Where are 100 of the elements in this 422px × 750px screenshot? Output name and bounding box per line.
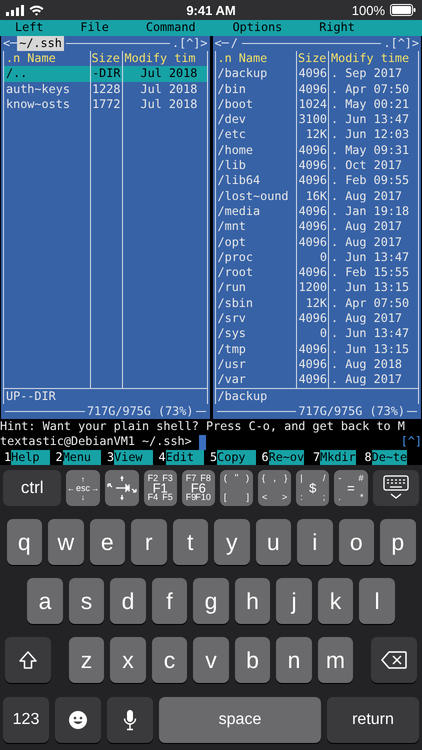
symbol-key[interactable]: { , } < > <box>258 470 292 506</box>
file-name[interactable]: /lost~ound <box>216 188 296 204</box>
file-name[interactable]: /usr <box>216 356 296 372</box>
key-symbol: : <box>300 493 303 502</box>
file-name[interactable]: /opt <box>216 234 296 250</box>
panel-nav[interactable]: .[^]> <box>383 36 419 51</box>
key-symbol: > <box>282 493 288 502</box>
panel-nav[interactable]: .[^]> <box>172 36 208 51</box>
file-name[interactable]: know~osts <box>4 96 90 112</box>
menu-item[interactable]: Left <box>15 20 44 36</box>
file-name[interactable]: /etc <box>216 127 296 143</box>
symbol-key[interactable]: - # = . * <box>334 470 368 506</box>
function-key-number: 1 <box>4 450 12 466</box>
menu-item[interactable]: Command <box>146 20 196 36</box>
letter-key[interactable]: h <box>234 578 270 624</box>
file-name[interactable]: /tmp <box>216 342 296 357</box>
letter-key[interactable]: x <box>110 637 146 684</box>
file-name[interactable]: /media <box>216 204 296 220</box>
key-symbol: F7 <box>186 474 196 484</box>
letter-key[interactable]: l <box>359 578 395 624</box>
file-name[interactable]: /.. <box>4 66 90 82</box>
function-key-number: 4 <box>158 450 166 466</box>
letter-key[interactable]: p <box>380 519 416 566</box>
file-name[interactable]: /sbin <box>216 296 296 312</box>
file-size: 4096 <box>298 234 328 250</box>
letter-key[interactable]: k <box>318 578 354 624</box>
function-key[interactable]: View <box>114 450 153 466</box>
file-name[interactable]: /lib64 <box>216 173 296 189</box>
esc-key[interactable]: ↑ ←esc→ ↓ <box>66 470 100 506</box>
file-name[interactable]: /run <box>216 280 296 296</box>
arrow-key[interactable] <box>104 470 139 506</box>
letter-key[interactable]: q <box>6 519 42 566</box>
letter-key[interactable]: s <box>68 578 104 624</box>
letter-key[interactable]: u <box>256 519 291 566</box>
letter-key[interactable]: n <box>276 637 312 684</box>
numbers-key[interactable]: 123 <box>3 697 49 744</box>
letter-key[interactable]: m <box>318 637 354 684</box>
file-name[interactable]: /dev <box>216 112 296 128</box>
letter-key[interactable]: z <box>68 637 104 684</box>
letter-key[interactable]: d <box>110 578 146 624</box>
shift-key[interactable] <box>4 637 51 684</box>
file-time: . Jun 13:47 <box>330 250 410 266</box>
function-key[interactable]: Edit <box>166 450 204 466</box>
emoji-key[interactable] <box>55 697 101 744</box>
panel-nav[interactable]: <─ <box>3 36 18 51</box>
file-name[interactable]: /root <box>216 265 296 280</box>
file-name[interactable]: /var <box>216 372 296 388</box>
letter-key[interactable]: i <box>297 519 332 566</box>
dictation-key[interactable] <box>107 697 153 744</box>
letter-key[interactable]: g <box>193 578 229 624</box>
function-key[interactable]: Re~ov <box>268 450 304 466</box>
function-key[interactable]: Menu <box>62 450 102 466</box>
file-name[interactable]: /bin <box>216 82 296 97</box>
file-name[interactable]: /mnt <box>216 219 296 235</box>
file-name[interactable]: /backup <box>216 66 296 82</box>
letter-key[interactable]: v <box>193 637 229 684</box>
file-name[interactable]: /sys <box>216 326 296 342</box>
key-symbol: ↑ <box>81 474 85 484</box>
return-key[interactable]: return <box>327 697 419 744</box>
letter-key[interactable]: b <box>234 637 270 684</box>
letter-key[interactable]: e <box>90 519 125 566</box>
letter-key[interactable]: c <box>152 637 188 684</box>
file-name[interactable]: /srv <box>216 311 296 326</box>
file-name[interactable]: /boot <box>216 96 296 112</box>
menu-item[interactable]: Right <box>319 20 355 36</box>
letter-key[interactable]: f <box>152 578 188 624</box>
letter-key[interactable]: w <box>48 519 84 566</box>
letter-key[interactable]: r <box>131 519 166 566</box>
keyboard-dismiss-key[interactable] <box>372 470 419 506</box>
tab-arrows-icon <box>104 475 139 502</box>
file-name[interactable]: /home <box>216 142 296 158</box>
letter-key[interactable]: a <box>27 578 63 624</box>
key-symbol: " <box>234 474 238 484</box>
menu-item[interactable]: Options <box>232 20 282 36</box>
letter-key[interactable]: o <box>338 519 374 566</box>
function-key[interactable]: Mkdir <box>320 450 356 466</box>
function-key[interactable]: Help <box>11 450 50 466</box>
file-size: 3100 <box>298 112 328 128</box>
symbol-key[interactable]: F7 F8 F6 F9F10 <box>182 470 215 506</box>
scroll-indicator[interactable]: [^] <box>400 434 422 450</box>
function-key[interactable]: De~te <box>372 450 408 466</box>
letter-key[interactable]: y <box>214 519 250 566</box>
symbol-key[interactable]: ( " ) [ ] <box>220 470 254 506</box>
file-time: . Sep 2017 <box>330 66 404 82</box>
file-name[interactable]: auth~keys <box>4 82 90 97</box>
column-header: Modify tim <box>124 50 197 66</box>
function-key[interactable]: Copy <box>217 450 256 466</box>
file-name[interactable]: /lib <box>216 158 296 174</box>
letter-key[interactable]: j <box>276 578 312 624</box>
panel-nav[interactable]: <─ <box>214 36 229 51</box>
backspace-key[interactable] <box>371 637 418 684</box>
file-time: . Apr 07:50 <box>330 296 410 312</box>
letter-key[interactable]: t <box>172 519 208 566</box>
symbol-key[interactable]: | / $ : ; <box>296 470 330 506</box>
menu-item[interactable]: File <box>80 20 109 36</box>
file-name[interactable]: /proc <box>216 250 296 266</box>
key-symbol: F3 <box>162 474 173 484</box>
symbol-key[interactable]: F2 F3 F1 F4 F5 <box>144 470 177 506</box>
ctrl-key[interactable]: ctrl <box>3 470 62 506</box>
space-key[interactable]: space <box>159 697 321 744</box>
